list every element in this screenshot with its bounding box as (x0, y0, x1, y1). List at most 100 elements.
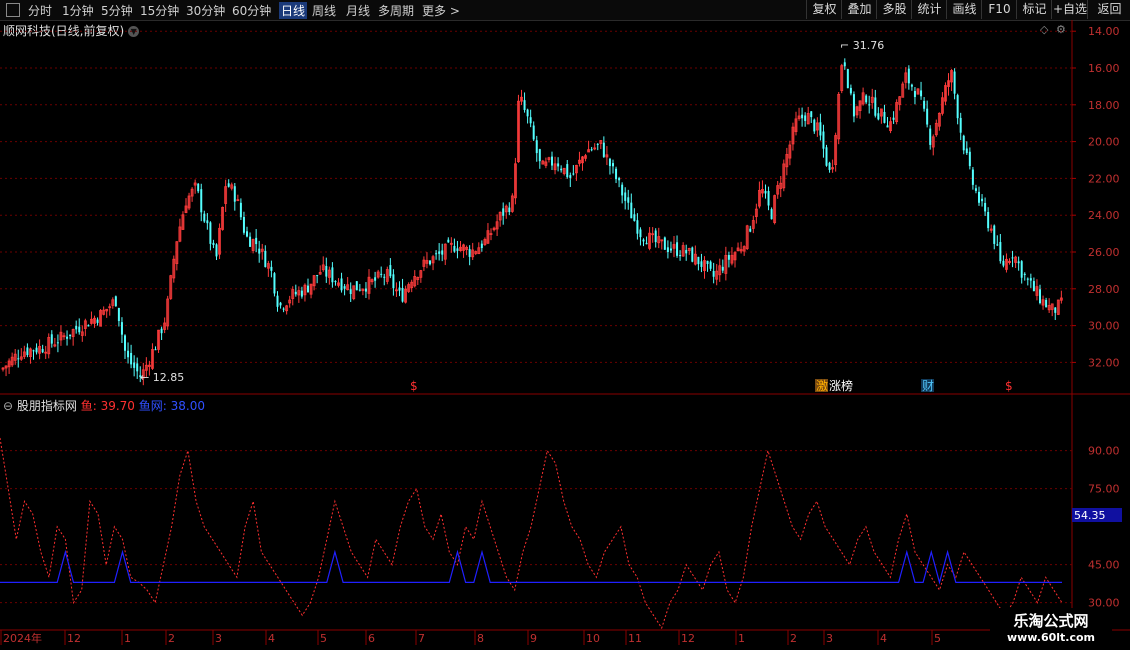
candle-body (130, 352, 133, 365)
period-tab-1[interactable]: 1分钟 (62, 2, 94, 19)
candle-body (193, 182, 197, 186)
candle-body (178, 226, 182, 242)
date-label: 10 (586, 632, 600, 645)
candle-body (175, 241, 179, 264)
candle-body (920, 90, 923, 97)
toolbar-button-4[interactable]: 画线 (946, 0, 982, 19)
candle-body (815, 122, 819, 131)
candle-body (422, 259, 426, 267)
toolbar-button-8[interactable]: 返回 (1087, 0, 1130, 19)
candle-body (773, 195, 777, 223)
candle-body (325, 265, 328, 277)
candle-body (532, 125, 535, 140)
period-tab-4[interactable]: 30分钟 (186, 2, 225, 19)
candle-body (739, 249, 743, 252)
date-label: 2 (168, 632, 175, 645)
collapse-icon[interactable]: ⊖ (3, 399, 13, 413)
candle-body (898, 96, 902, 105)
ind-tick-label: 45.00 (1088, 559, 1120, 572)
candle-body (547, 157, 551, 160)
candle-body (389, 265, 392, 277)
candle-body (770, 209, 773, 220)
marker-bg (815, 379, 828, 392)
candle-body (605, 154, 609, 158)
candle-body (449, 242, 453, 245)
period-tab-6[interactable]: 日线 (279, 2, 308, 19)
toolbar-button-7[interactable]: +自选 (1051, 0, 1088, 19)
candle-body (953, 71, 956, 94)
candle-body (120, 322, 123, 335)
ind-tick-label: 75.00 (1088, 483, 1120, 496)
candle-body (249, 236, 252, 247)
date-label: 5 (934, 632, 941, 645)
toolbar-button-2[interactable]: 多股 (876, 0, 912, 19)
candle-body (730, 254, 734, 264)
candle-body (53, 344, 57, 347)
candle-body (1011, 257, 1014, 259)
candle-body (612, 163, 614, 167)
candle-body (825, 147, 828, 166)
candle-body (758, 190, 761, 207)
candle-body (99, 310, 102, 327)
price-tick-label: 24.00 (1088, 209, 1120, 222)
toolbar-button-3[interactable]: 统计 (911, 0, 947, 19)
candle-body (883, 111, 886, 123)
candle-body (111, 299, 115, 306)
candle-body (66, 336, 69, 339)
candle-body (703, 260, 706, 271)
candle-body (1026, 278, 1029, 280)
candle-body (840, 65, 844, 91)
candle-body (706, 260, 709, 264)
current-value-box (1072, 508, 1122, 522)
candle-body (993, 225, 996, 244)
candle-body (108, 306, 112, 309)
candle-body (578, 159, 581, 164)
toolbar-button-1[interactable]: 叠加 (841, 0, 877, 19)
period-tab-2[interactable]: 5分钟 (101, 2, 133, 19)
candle-body (441, 250, 444, 255)
chevron-down-icon[interactable]: ▼ (128, 26, 140, 37)
candle-body (1, 367, 5, 370)
candle-body (989, 228, 993, 231)
toolbar-button-6[interactable]: 标记 (1016, 0, 1052, 19)
candle-body (136, 363, 139, 372)
period-tab-5[interactable]: 60分钟 (232, 2, 271, 19)
period-tab-0[interactable]: 分时 (28, 2, 52, 19)
candle-body (172, 258, 176, 279)
toolbar-button-0[interactable]: 复权 (806, 0, 842, 19)
candle-body (657, 236, 661, 244)
price-tick-label: 20.00 (1088, 136, 1120, 149)
period-tab-7[interactable]: 周线 (312, 2, 336, 19)
candle-body (733, 252, 737, 261)
toolbar-button-5[interactable]: F10 (981, 0, 1017, 19)
candle-body (754, 208, 758, 217)
period-tab-10[interactable]: 更多 > (422, 2, 460, 19)
candle-body (1023, 273, 1026, 276)
candle-body (435, 253, 438, 255)
candle-body (1032, 281, 1035, 292)
candle-body (627, 197, 630, 203)
layout-icon[interactable] (6, 3, 20, 17)
candle-body (307, 285, 309, 293)
candle-body (999, 242, 1002, 262)
candle-body (693, 253, 697, 265)
date-label: 5 (320, 632, 327, 645)
candle-body (806, 113, 810, 125)
candle-body (782, 163, 786, 189)
candle-body (1056, 299, 1060, 315)
period-tab-8[interactable]: 月线 (346, 2, 370, 19)
candle-body (742, 246, 746, 252)
candle-body (157, 329, 160, 350)
period-tab-9[interactable]: 多周期 (378, 2, 414, 19)
candle-body (544, 161, 548, 166)
marker-bg (921, 379, 934, 392)
candle-body (892, 117, 895, 120)
candle-body (907, 68, 910, 84)
candle-body (510, 195, 514, 212)
candle-body (383, 276, 386, 278)
period-tab-3[interactable]: 15分钟 (140, 2, 179, 19)
candle-body (822, 131, 825, 149)
candle-body (828, 162, 831, 170)
candle-body (745, 225, 749, 249)
candle-body (17, 358, 20, 360)
